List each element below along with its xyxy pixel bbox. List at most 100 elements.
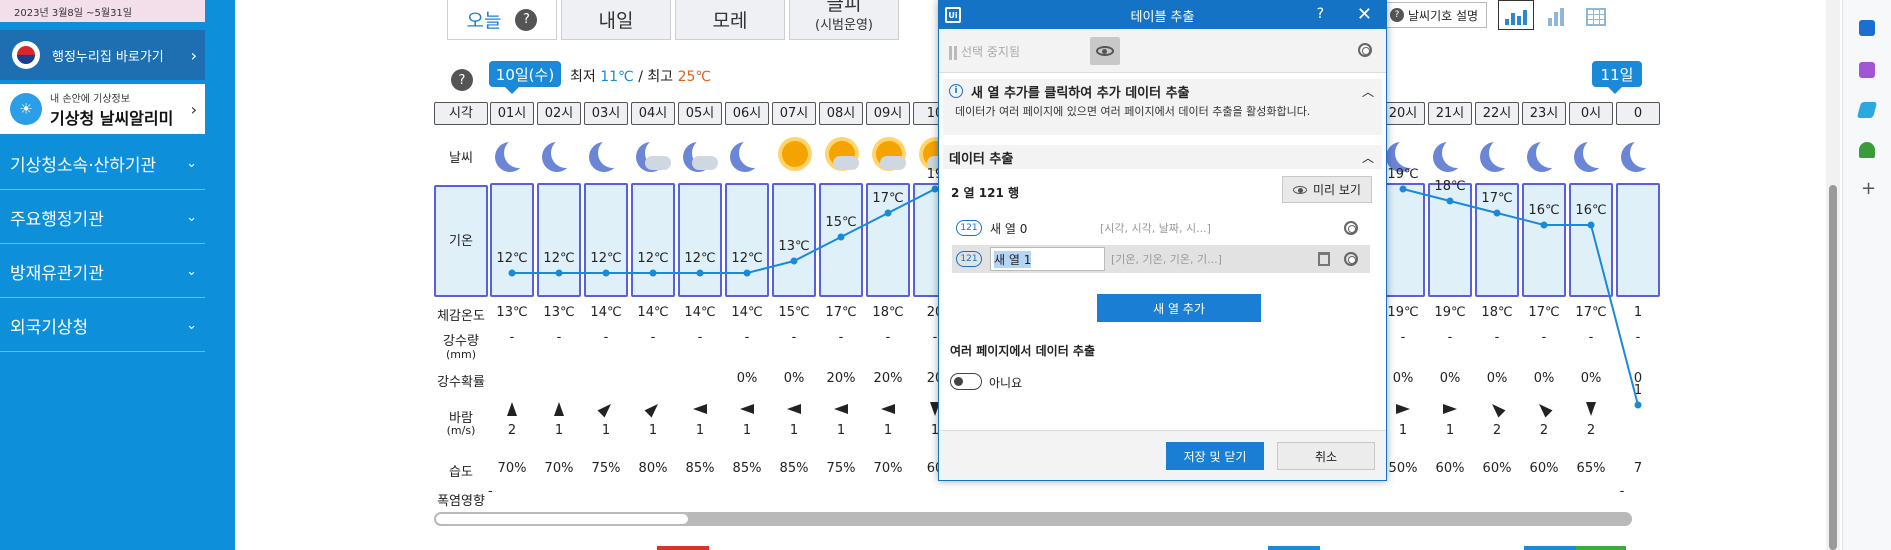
- precip-cell: -: [1541, 330, 1547, 345]
- column-name-input[interactable]: 새 열 1: [990, 247, 1105, 271]
- tab-day-after[interactable]: 모레: [675, 0, 785, 40]
- forecast-help-icon[interactable]: ?: [451, 69, 473, 91]
- preview-toggle-button[interactable]: [1090, 37, 1120, 65]
- column-count-badge: 121: [956, 220, 982, 236]
- wind-speed-cell: 1: [695, 423, 705, 438]
- humidity-cell: 60%: [1435, 461, 1465, 476]
- nav-item-foreign-services[interactable]: 외국기상청 ⌄: [0, 299, 205, 352]
- cloud-icon: [645, 156, 671, 170]
- nav-item-affiliated[interactable]: 기상청소속·산하기관 ⌄: [0, 137, 205, 190]
- data-extract-section: 데이터 추출 ︿: [943, 145, 1382, 169]
- wind-speed-cell: 2: [1492, 423, 1502, 438]
- wind-speed-cell: 1: [1445, 423, 1455, 438]
- humidity-cell: 70%: [544, 461, 574, 476]
- help-icon: ?: [1390, 8, 1404, 22]
- wind-direction-arrow-icon: [1535, 400, 1553, 418]
- column-row[interactable]: 121 새 열 0 [시각, 시각, 날짜, 시...]: [952, 214, 1370, 242]
- moon-icon: [504, 138, 534, 168]
- feels-like-cell: 19℃: [1434, 305, 1466, 320]
- impact-cell: -: [488, 484, 493, 499]
- trash-icon[interactable]: [1318, 252, 1330, 266]
- temperature-point: [1634, 401, 1642, 409]
- impact-cell: -: [1619, 484, 1625, 499]
- tab-tomorrow[interactable]: 내일: [561, 0, 671, 40]
- next-day-badge: 11일: [1592, 61, 1642, 94]
- precip-prob-cell: 20%: [826, 371, 856, 386]
- column-row-selected[interactable]: 121 새 열 1 [기온, 기온, 기온, 기...]: [952, 245, 1370, 273]
- precip-prob-cell: 20%: [873, 371, 903, 386]
- designer-icon[interactable]: [1859, 62, 1875, 78]
- gov-portal-link[interactable]: 행정누리집 바로가기 ›: [0, 30, 205, 80]
- temperature-cell: [1428, 183, 1472, 297]
- cancel-button[interactable]: 취소: [1277, 442, 1375, 470]
- column-settings-gear-icon[interactable]: [1344, 252, 1358, 266]
- temperature-cell: [631, 183, 675, 297]
- moon-icon: [598, 138, 628, 168]
- dialog-help-button[interactable]: ?: [1317, 6, 1324, 22]
- precip-prob-cell: 0%: [1533, 371, 1555, 386]
- moon-icon: [1395, 138, 1425, 168]
- feels-like-cell: 17℃: [1528, 305, 1560, 320]
- bar-view-button[interactable]: [1538, 0, 1574, 30]
- max-value: 25℃: [677, 69, 712, 85]
- add-column-button[interactable]: 새 열 추가: [1097, 294, 1261, 322]
- dialog-close-button[interactable]: ✕: [1357, 4, 1372, 25]
- outlook-icon[interactable]: [1859, 20, 1875, 36]
- info-icon: i: [949, 84, 963, 98]
- precip-cell: -: [791, 330, 797, 345]
- column-settings-gear-icon[interactable]: [1344, 221, 1358, 235]
- weather-symbol-help-button[interactable]: ? 날씨기호 설명: [1383, 2, 1487, 28]
- settings-gear-icon[interactable]: [1358, 43, 1372, 57]
- temperature-value: 16℃: [1528, 203, 1560, 218]
- section-header[interactable]: 데이터 추출 ︿: [943, 145, 1382, 169]
- humidity-cell: 60%: [1482, 461, 1512, 476]
- add-icon[interactable]: +: [1861, 178, 1876, 199]
- nav-label: 외국기상청: [10, 317, 89, 338]
- wind-speed-cell: 1: [789, 423, 799, 438]
- precip-cell: -: [1588, 330, 1594, 345]
- nav-label: 기상청소속·산하기관: [10, 155, 157, 176]
- table-icon: [1586, 8, 1606, 26]
- wind-direction-arrow-icon: [740, 404, 754, 414]
- column-preview-hint: [기온, 기온, 기온, 기...]: [1111, 253, 1222, 266]
- page-scrollbar[interactable]: [1826, 0, 1840, 550]
- nav-label: 주요행정기관: [10, 209, 104, 230]
- nav-item-major-agencies[interactable]: 주요행정기관 ⌄: [0, 191, 205, 244]
- event-banner[interactable]: 2023년 3월8일 ~5월31일: [0, 0, 205, 22]
- tree-icon[interactable]: [1859, 142, 1875, 158]
- nav-item-disaster-agencies[interactable]: 방재유관기관 ⌄: [0, 245, 205, 298]
- chevron-down-icon: ⌄: [186, 263, 197, 279]
- preview-button[interactable]: 미리 보기: [1282, 176, 1372, 203]
- section-title: 새 열 추가를 클릭하여 추가 데이터 추출: [971, 85, 1190, 101]
- save-and-close-button[interactable]: 저장 및 닫기: [1166, 442, 1264, 470]
- precip-prob-cell: 0%: [1486, 371, 1508, 386]
- cloud-icon: [692, 156, 718, 170]
- table-view-button[interactable]: [1578, 0, 1614, 30]
- wind-speed-cell: 1: [648, 423, 658, 438]
- page-scrollbar-thumb[interactable]: [1829, 185, 1837, 550]
- min-label: 최저: [570, 69, 596, 85]
- forecast-scrollbar[interactable]: [434, 512, 1632, 526]
- multi-page-toggle[interactable]: [950, 373, 982, 390]
- tab-third-day[interactable]: 글피 (시범운영): [789, 0, 899, 40]
- temperature-cell: [725, 183, 769, 297]
- moon-icon: [1489, 138, 1519, 168]
- section-header[interactable]: i 새 열 추가를 클릭하여 추가 데이터 추출 ︿: [943, 79, 1382, 103]
- help-icon[interactable]: ?: [515, 8, 538, 31]
- tab-today[interactable]: 오늘?: [447, 0, 557, 40]
- feels-like-cell: 14℃: [731, 305, 763, 320]
- selection-stopped-label[interactable]: 선택 중지됨: [949, 43, 1020, 60]
- wind-speed-cell: 1: [601, 423, 611, 438]
- column-name[interactable]: 새 열 0: [990, 220, 1100, 237]
- scrollbar-thumb[interactable]: [436, 514, 688, 524]
- precip-cell: -: [556, 330, 562, 345]
- drop-icon[interactable]: [1856, 102, 1878, 118]
- graph-view-button[interactable]: [1498, 0, 1534, 30]
- weather-alert-link[interactable]: ☀ 내 손안에 기상정보 기상청 날씨알리미 ›: [0, 84, 205, 134]
- section-tile-marker: [657, 546, 709, 550]
- tab-label: 글피: [826, 0, 862, 15]
- section-tile-marker: [1576, 546, 1626, 550]
- line-graph-icon: [1504, 10, 1528, 25]
- wind-speed-cell: 1: [836, 423, 846, 438]
- banner-text: 2023년 3월8일 ~5월31일: [14, 8, 132, 19]
